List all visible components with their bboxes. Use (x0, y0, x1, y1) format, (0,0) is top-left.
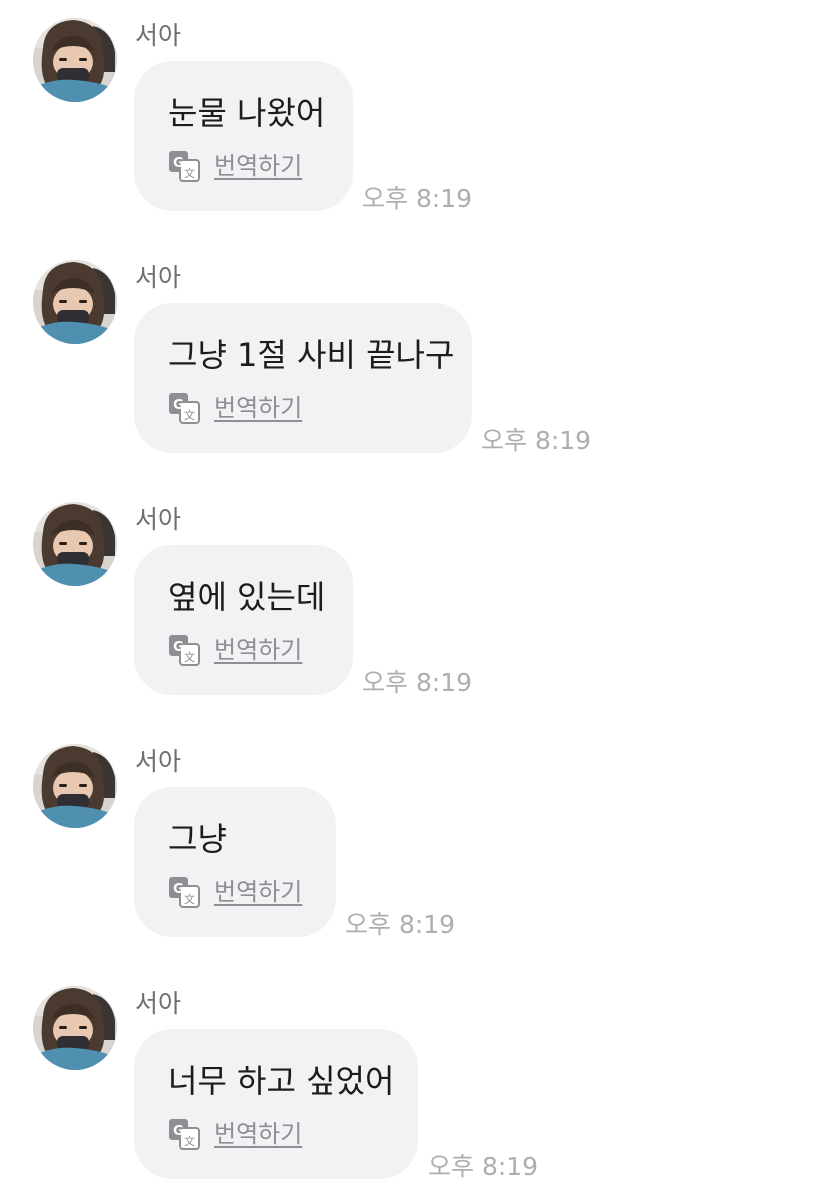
translate-label: 번역하기 (214, 152, 303, 180)
message-bubble[interactable]: 그냥 번역하기 (134, 787, 336, 937)
message-row: 서아 그냥 번역하기 오후 8:19 (0, 726, 838, 939)
message-text: 그냥 (168, 820, 227, 858)
message-bubble[interactable]: 눈물 나왔어 번역하기 (134, 61, 353, 211)
profile-photo-icon (33, 502, 117, 586)
profile-photo-icon (33, 260, 117, 344)
translate-icon (168, 634, 200, 666)
message-text: 옆에 있는데 (168, 578, 326, 616)
sender-name: 서아 (135, 989, 182, 1018)
message-time: 오후 8:19 (428, 1152, 539, 1181)
message-text: 너무 하고 싶었어 (168, 1062, 395, 1100)
message-text: 그냥 1절 사비 끝나구 (168, 336, 455, 374)
avatar[interactable] (33, 260, 117, 344)
translate-icon (168, 150, 200, 182)
profile-photo-icon (33, 744, 117, 828)
message-time: 오후 8:19 (345, 910, 456, 939)
message-bubble[interactable]: 너무 하고 싶었어 번역하기 (134, 1029, 418, 1179)
translate-label: 번역하기 (214, 1120, 303, 1148)
message-time: 오후 8:19 (362, 668, 473, 697)
translate-label: 번역하기 (214, 878, 303, 906)
message-row: 서아 눈물 나왔어 번역하기 오후 8:19 (0, 0, 838, 213)
translate-label: 번역하기 (214, 636, 303, 664)
translate-button[interactable]: 번역하기 (168, 391, 302, 425)
translate-icon (168, 1118, 200, 1150)
sender-name: 서아 (135, 21, 182, 50)
sender-name: 서아 (135, 263, 182, 292)
profile-photo-icon (33, 986, 117, 1070)
avatar[interactable] (33, 18, 117, 102)
message-row: 서아 너무 하고 싶었어 번역하기 오후 8:19 (0, 968, 838, 1181)
translate-button[interactable]: 번역하기 (168, 149, 302, 183)
translate-icon (168, 392, 200, 424)
chat-thread: 서아 눈물 나왔어 번역하기 오후 8:19 서아 그냥 1절 사비 끝나구 번… (0, 0, 838, 1200)
message-time: 오후 8:19 (362, 184, 473, 213)
message-row: 서아 그냥 1절 사비 끝나구 번역하기 오후 8:19 (0, 242, 838, 455)
message-bubble[interactable]: 옆에 있는데 번역하기 (134, 545, 353, 695)
translate-button[interactable]: 번역하기 (168, 1117, 302, 1151)
message-row: 서아 옆에 있는데 번역하기 오후 8:19 (0, 484, 838, 697)
avatar[interactable] (33, 744, 117, 828)
avatar[interactable] (33, 502, 117, 586)
sender-name: 서아 (135, 505, 182, 534)
translate-icon (168, 876, 200, 908)
avatar[interactable] (33, 986, 117, 1070)
translate-button[interactable]: 번역하기 (168, 875, 302, 909)
message-bubble[interactable]: 그냥 1절 사비 끝나구 번역하기 (134, 303, 472, 453)
sender-name: 서아 (135, 747, 182, 776)
profile-photo-icon (33, 18, 117, 102)
message-time: 오후 8:19 (481, 426, 592, 455)
translate-button[interactable]: 번역하기 (168, 633, 302, 667)
translate-label: 번역하기 (214, 394, 303, 422)
message-text: 눈물 나왔어 (168, 94, 326, 132)
